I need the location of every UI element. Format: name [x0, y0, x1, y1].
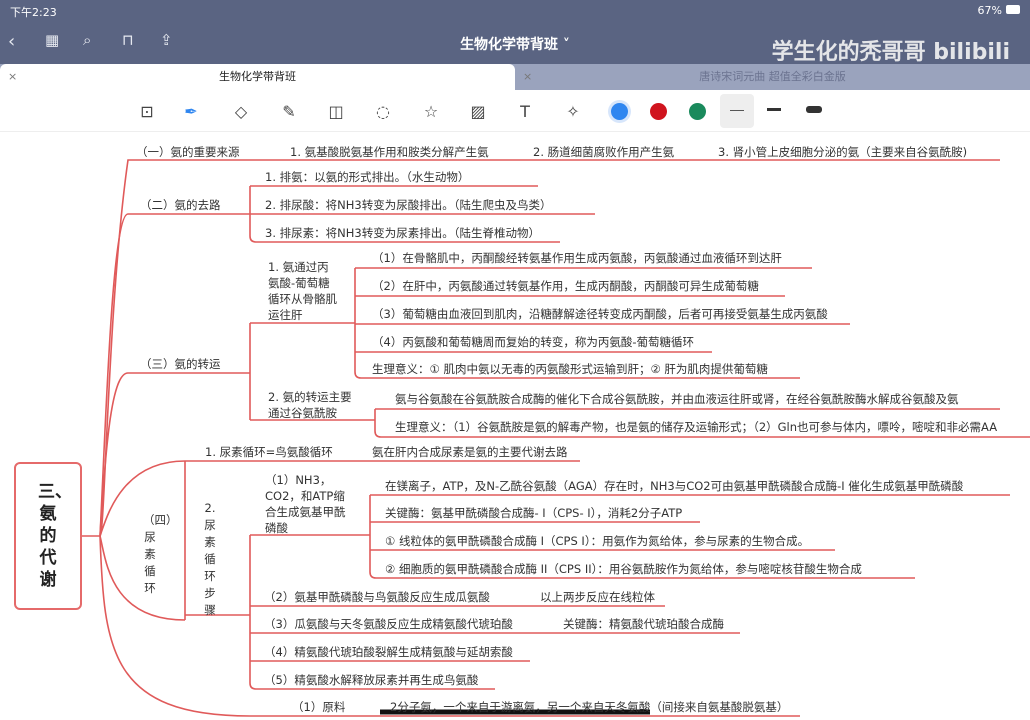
node[interactable]: 1. 氨通过丙氨酸-葡萄糖循环从骨骼肌运往肝	[268, 259, 340, 323]
node[interactable]: （1）原料	[292, 700, 345, 714]
node[interactable]: 在镁离子，ATP，及N-乙酰谷氨酸（AGA）存在时，NH3与CO2可由氨基甲酰磷…	[385, 479, 963, 493]
root-node[interactable]: 三、氨的代谢	[14, 462, 82, 610]
branch-3[interactable]: （三）氨的转运	[140, 357, 221, 371]
node[interactable]: ① 线粒体的氨甲酰磷酸合成酶 I（CPS I）：用氨作为氮给体，参与尿素的生物合…	[385, 534, 809, 548]
node[interactable]: （2）在肝中，丙氨酸通过转氨基作用，生成丙酮酸，丙酮酸可异生成葡萄糖	[372, 279, 759, 293]
node[interactable]: 1. 氨基酸脱氨基作用和胺类分解产生氨	[290, 145, 489, 159]
node[interactable]: （3）葡萄糖由血液回到肌肉，沿糖酵解途径转变成丙酮酸，后者可再接受氨基生成丙氨酸	[372, 307, 828, 321]
node[interactable]: 1. 尿素循环=鸟氨酸循环	[205, 445, 333, 459]
node[interactable]: ② 细胞质的氨甲酰磷酸合成酶 II（CPS II）：用谷氨酰胺作为氮给体，参与嘧…	[385, 562, 862, 576]
branch-4[interactable]: （四）尿素循环	[143, 512, 178, 597]
node[interactable]: 2. 肠道细菌腐败作用产生氨	[533, 145, 674, 159]
node[interactable]: （3）瓜氨酸与天冬氨酸反应生成精氨酸代琥珀酸	[264, 617, 513, 631]
node[interactable]: 2. 尿素循环步骤	[203, 500, 217, 619]
node[interactable]: 氨在肝内合成尿素是氨的主要代谢去路	[372, 445, 568, 459]
node[interactable]: 生理意义：（1）谷氨酰胺是氨的解毒产物，也是氨的储存及运输形式；（2）Gln也可…	[395, 420, 997, 434]
node[interactable]: （4）丙氨酸和葡萄糖周而复始的转变，称为丙氨酸-葡萄糖循环	[372, 335, 694, 349]
node[interactable]: 氨与谷氨酸在谷氨酰胺合成酶的催化下合成谷氨酰胺，并由血液运往肝或肾，在经谷氨酰胺…	[395, 392, 959, 406]
node[interactable]: （4）精氨酸代琥珀酸裂解生成精氨酸与延胡索酸	[264, 645, 513, 659]
node[interactable]: （5）精氨酸水解释放尿素并再生成鸟氨酸	[264, 673, 478, 687]
node[interactable]: 3. 排尿素：将NH3转变为尿素排出。（陆生脊椎动物）	[265, 226, 540, 240]
node[interactable]: 2分子氨，一个来自于游离氨，另一个来自天冬氨酸（间接来自氨基酸脱氨基）	[390, 700, 788, 714]
node[interactable]: （2）氨基甲酰磷酸与鸟氨酸反应生成瓜氨酸	[264, 590, 490, 604]
root-label: 三、氨的代谢	[38, 482, 72, 590]
node[interactable]: （1）NH3，CO2，和ATP缩合生成氨基甲酰磷酸	[265, 472, 355, 536]
branch-2[interactable]: （二）氨的去路	[140, 198, 221, 212]
node[interactable]: 2. 氨的转运主要通过谷氨酰胺	[268, 389, 360, 421]
node[interactable]: 1. 排氨：以氨的形式排出。（水生动物）	[265, 170, 469, 184]
node[interactable]: 关键酶：精氨酸代琥珀酸合成酶	[563, 617, 724, 631]
node[interactable]: 以上两步反应在线粒体	[540, 590, 655, 604]
node[interactable]: 2. 排尿酸：将NH3转变为尿酸排出。（陆生爬虫及鸟类）	[265, 198, 551, 212]
node[interactable]: 关键酶：氨基甲酰磷酸合成酶- I（CPS- I），消耗2分子ATP	[385, 506, 682, 520]
node[interactable]: 生理意义：① 肌肉中氨以无毒的丙氨酸形式运输到肝；② 肝为肌肉提供葡萄糖	[372, 362, 768, 376]
node[interactable]: 3. 肾小管上皮细胞分泌的氨（主要来自谷氨酰胺)	[718, 145, 967, 159]
branch-1[interactable]: （一）氨的重要来源	[136, 145, 240, 159]
node[interactable]: （1）在骨骼肌中，丙酮酸经转氨基作用生成丙氨酸，丙氨酸通过血液循环到达肝	[372, 251, 782, 265]
